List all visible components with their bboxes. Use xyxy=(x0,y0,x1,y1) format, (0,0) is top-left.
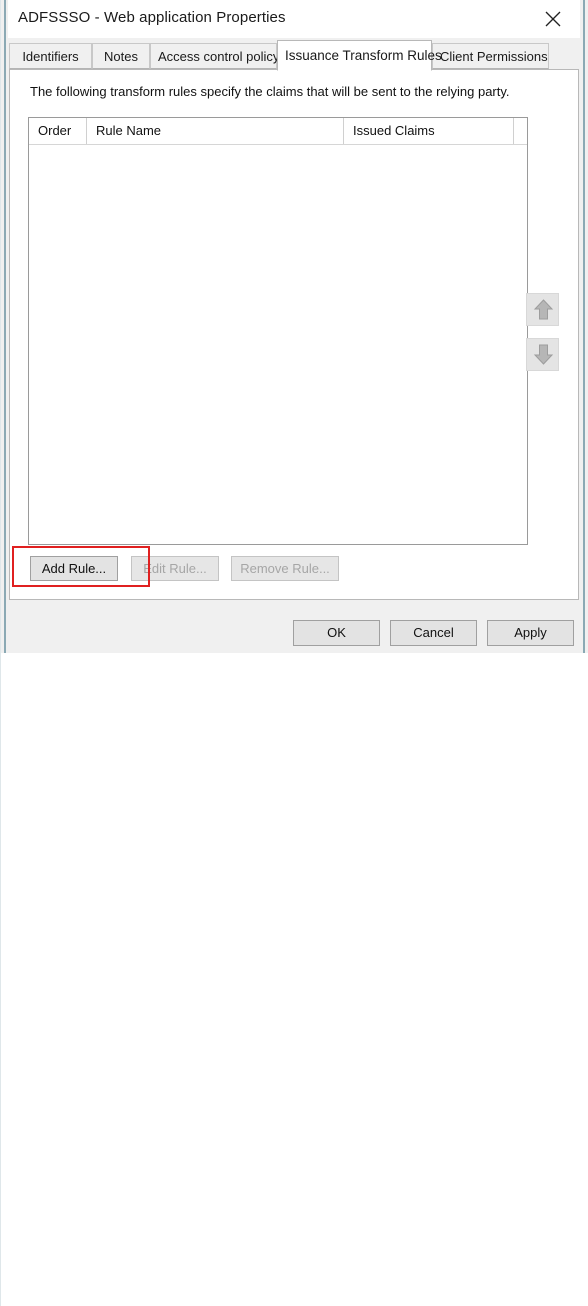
apply-button[interactable]: Apply xyxy=(487,620,574,646)
title-bar: ADFSSSO - Web application Properties xyxy=(8,0,580,38)
ok-button[interactable]: OK xyxy=(293,620,380,646)
cancel-button[interactable]: Cancel xyxy=(390,620,477,646)
close-button[interactable] xyxy=(532,2,574,34)
tab-notes[interactable]: Notes xyxy=(92,43,150,69)
transform-rules-list[interactable]: Order Rule Name Issued Claims xyxy=(28,117,528,545)
tab-identifiers[interactable]: Identifiers xyxy=(9,43,92,69)
window-border-inner-right xyxy=(0,653,1,1306)
edit-rule-button: Edit Rule... xyxy=(131,556,219,581)
column-header-order[interactable]: Order xyxy=(29,118,87,144)
column-header-issued-claims[interactable]: Issued Claims xyxy=(344,118,514,144)
window-border-right xyxy=(583,0,585,653)
tab-issuance-transform-rules[interactable]: Issuance Transform Rules xyxy=(277,40,442,71)
tab-client-permissions[interactable]: Client Permissions xyxy=(432,43,549,69)
add-rule-button[interactable]: Add Rule... xyxy=(30,556,118,581)
list-header-row: Order Rule Name Issued Claims xyxy=(29,118,527,145)
tab-content-panel: The following transform rules specify th… xyxy=(9,69,579,600)
tab-access-control-policy[interactable]: Access control policy xyxy=(150,43,279,69)
remove-rule-button: Remove Rule... xyxy=(231,556,339,581)
window-border-inner-left xyxy=(0,0,1,653)
list-body-empty[interactable] xyxy=(29,145,527,544)
description-text: The following transform rules specify th… xyxy=(30,84,510,99)
column-header-spacer xyxy=(514,118,527,144)
window-border-left xyxy=(4,0,6,653)
properties-dialog: ADFSSSO - Web application Properties Ide… xyxy=(0,0,588,1306)
dialog-title: ADFSSSO - Web application Properties xyxy=(18,9,286,26)
move-rule-down-button[interactable] xyxy=(526,338,559,371)
move-rule-up-button[interactable] xyxy=(526,293,559,326)
tab-strip: Identifiers Notes Access control policy … xyxy=(9,40,579,71)
column-header-rule-name[interactable]: Rule Name xyxy=(87,118,344,144)
